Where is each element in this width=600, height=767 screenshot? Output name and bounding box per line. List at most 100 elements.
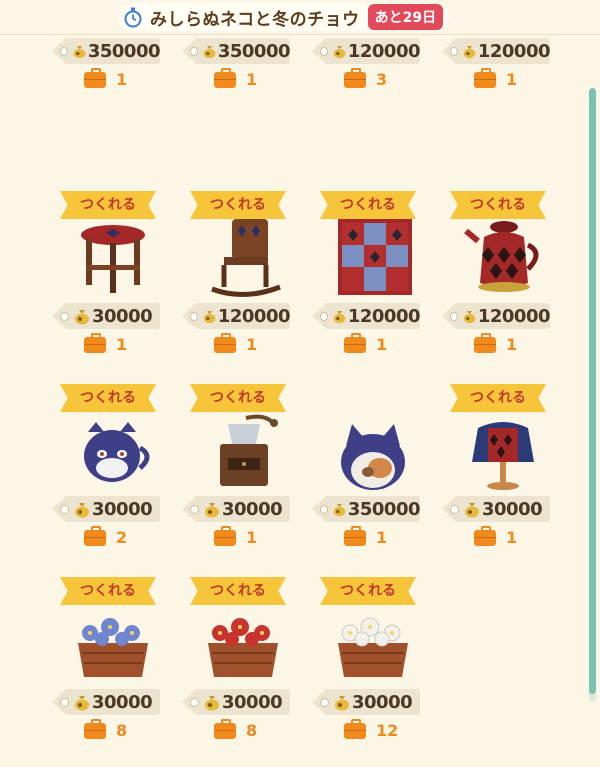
tag-hole (320, 311, 328, 321)
kit-count-value: 1 (246, 528, 258, 547)
money-bag-icon (73, 46, 86, 59)
kit-count-value: 1 (376, 335, 388, 354)
kit-count-value: 1 (506, 528, 518, 547)
kit-count-value: 1 (506, 335, 518, 354)
craftable-badge: つくれる (450, 384, 546, 412)
kit-count-value: 1 (376, 528, 388, 547)
price-value: 120000 (347, 40, 420, 62)
item-card[interactable]: つくれる 30000 8 (178, 577, 308, 767)
kit-count: 8 (84, 718, 128, 740)
money-bag-icon (75, 503, 89, 518)
money-bag-icon (205, 696, 219, 711)
money-bag-icon (333, 46, 346, 59)
kit-count-value: 1 (116, 335, 128, 354)
item-card[interactable]: つくれる 30000 2 (48, 384, 178, 574)
coffee-grinder-illustration (220, 414, 278, 486)
toolbox-icon (344, 718, 366, 739)
stool-illustration (81, 225, 145, 293)
toolbox-icon (84, 525, 106, 546)
price-value: 30000 (92, 691, 153, 713)
item-card[interactable]: 350000 1 (308, 384, 438, 574)
item-card[interactable]: つくれる 30000 1 (438, 384, 568, 574)
price-tag: 350000 (312, 496, 420, 522)
tag-hole (190, 311, 198, 321)
item-card[interactable]: つくれる 30000 1 (178, 384, 308, 574)
cat-mug-illustration (84, 422, 150, 482)
item-card[interactable]: つくれる 120000 1 (178, 191, 308, 381)
red-flower-planter-illustration (208, 618, 278, 677)
cat-cushion-illustration (341, 424, 405, 490)
kit-count: 1 (474, 525, 518, 547)
kit-count: 12 (344, 718, 399, 740)
money-bag-icon (333, 504, 346, 517)
money-bag-icon (333, 311, 346, 324)
toolbox-icon (474, 67, 496, 88)
tag-hole (320, 697, 329, 707)
price-tag: 30000 (52, 689, 160, 715)
money-bag-icon (75, 310, 89, 325)
toolbox-icon (344, 67, 366, 88)
price-value: 30000 (92, 498, 153, 520)
item-card[interactable]: つくれる 30000 1 (48, 191, 178, 381)
tag-hole (320, 46, 328, 56)
craftable-badge: つくれる (60, 384, 156, 412)
price-value: 30000 (222, 691, 283, 713)
kit-count: 1 (474, 67, 517, 89)
money-bag-icon (463, 311, 476, 324)
event-title-bar: みしらぬネコと冬のチョウ あと29日 (118, 3, 450, 31)
price-value: 30000 (92, 305, 153, 327)
money-bag-icon (465, 503, 479, 518)
kit-count-value: 2 (116, 528, 128, 547)
craftable-badge: つくれる (320, 577, 416, 605)
kit-count-value: 1 (246, 70, 258, 89)
toolbox-icon (474, 525, 496, 546)
tag-hole (190, 697, 199, 707)
kit-count: 2 (84, 525, 128, 547)
money-bag-icon (203, 311, 216, 324)
item-card[interactable]: つくれる 120000 1 (438, 191, 568, 381)
white-flower-planter-illustration (338, 617, 408, 677)
price-tag: 120000 (312, 38, 420, 64)
tag-hole (450, 46, 458, 56)
price-tag: 30000 (442, 496, 550, 522)
item-card[interactable]: つくれる 120000 1 (308, 191, 438, 381)
kit-count-value: 12 (376, 721, 399, 740)
kit-count-value: 1 (116, 70, 128, 89)
price-tag: 120000 (182, 303, 290, 329)
kit-count-value: 8 (116, 721, 128, 740)
money-bag-icon (335, 696, 349, 711)
price-tag: 350000 (52, 38, 160, 64)
kit-count: 1 (84, 332, 128, 354)
price-value: 120000 (477, 305, 550, 327)
kit-count-value: 8 (246, 721, 258, 740)
rug-illustration (338, 219, 412, 295)
event-header: みしらぬネコと冬のチョウ あと29日 (0, 0, 600, 35)
scrollbar-thumb[interactable] (589, 88, 596, 694)
money-bag-icon (203, 46, 216, 59)
rocking-chair-illustration (211, 219, 281, 298)
item-card[interactable]: つくれる 30000 12 (308, 577, 438, 767)
toolbox-icon (474, 332, 496, 353)
coffee-pot-illustration (464, 221, 539, 292)
toolbox-icon (84, 332, 106, 353)
kit-count: 1 (214, 525, 258, 547)
craftable-badge: つくれる (190, 577, 286, 605)
tag-hole (190, 46, 198, 56)
item-card[interactable]: つくれる 30000 8 (48, 577, 178, 767)
craftable-badge: つくれる (320, 191, 416, 219)
kit-count: 1 (474, 332, 518, 354)
price-tag: 120000 (442, 303, 550, 329)
tag-hole (60, 504, 69, 514)
price-value: 350000 (217, 40, 290, 62)
tag-hole (450, 311, 458, 321)
money-bag-icon (463, 46, 476, 59)
price-tag: 30000 (182, 689, 290, 715)
tag-hole (60, 311, 69, 321)
stopwatch-icon (124, 7, 142, 28)
tag-hole (450, 504, 459, 514)
craftable-badge: つくれる (190, 191, 286, 219)
price-value: 120000 (347, 305, 420, 327)
craftable-badge: つくれる (190, 384, 286, 412)
toolbox-icon (344, 525, 366, 546)
kit-count: 1 (344, 332, 388, 354)
